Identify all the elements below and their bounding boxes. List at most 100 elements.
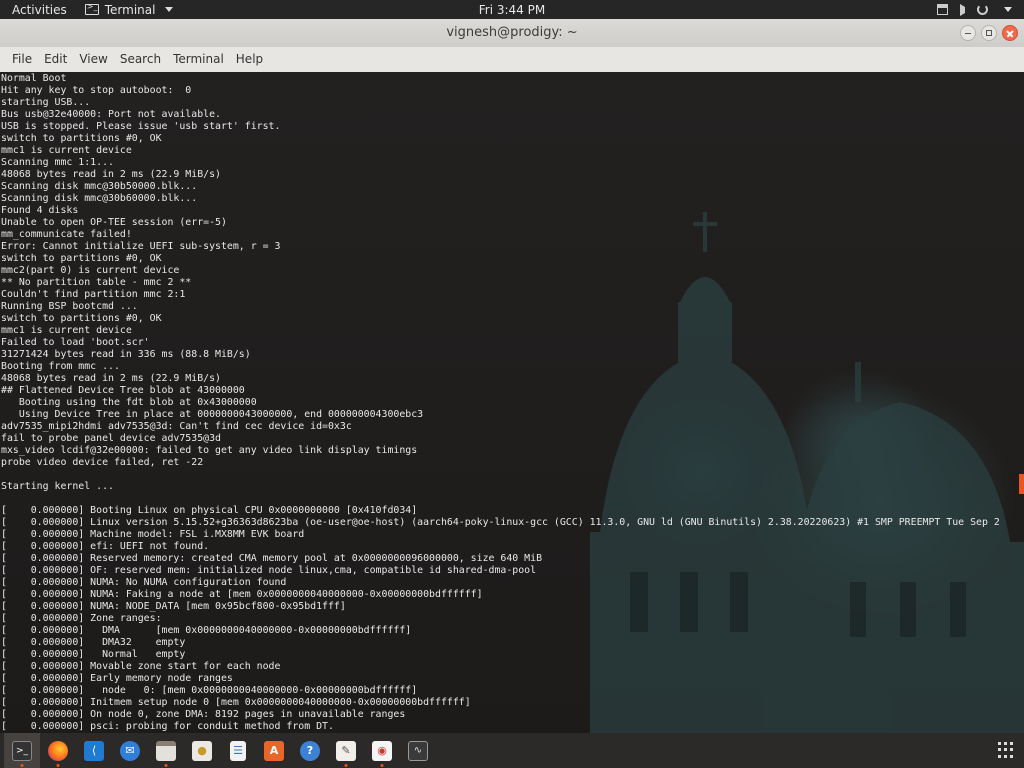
software-icon: ● — [192, 740, 212, 761]
network-icon[interactable] — [937, 4, 948, 15]
running-indicator — [344, 764, 348, 767]
menu-terminal[interactable]: Terminal — [167, 47, 230, 72]
app-menu[interactable]: Terminal — [77, 2, 174, 17]
terminal-line: Normal Boot — [1, 73, 67, 84]
terminal-line: Using Device Tree in place at 0000000043… — [1, 409, 424, 420]
grid-dot — [998, 742, 1001, 745]
terminal-line: [ 0.000000] On node 0, zone DMA: 8192 pa… — [1, 709, 406, 720]
menu-file[interactable]: File — [6, 47, 38, 72]
terminal-line: USB is stopped. Please issue 'usb start'… — [1, 121, 281, 132]
terminal-line: switch to partitions #0, OK — [1, 253, 162, 264]
dock-document-viewer[interactable]: ☰ — [220, 733, 256, 768]
volume-icon[interactable] — [960, 3, 965, 16]
dock-help[interactable]: ? — [292, 733, 328, 768]
system-tray[interactable] — [937, 0, 1012, 19]
dock-app-store[interactable]: A — [256, 733, 292, 768]
close-button[interactable] — [1002, 25, 1018, 41]
grid-dot — [1010, 748, 1013, 752]
terminal-line: probe video device failed, ret -22 — [1, 457, 204, 468]
terminal-line: Booting using the fdt blob at 0x43000000 — [1, 397, 257, 408]
menu-view[interactable]: View — [73, 47, 113, 72]
terminal-line: [ 0.000000] Reserved memory: created CMA… — [1, 553, 543, 564]
menu-help[interactable]: Help — [230, 47, 269, 72]
menu-bar: File Edit View Search Terminal Help — [0, 47, 1024, 72]
terminal-line: [ 0.000000] Linux version 5.15.52+g36363… — [1, 517, 1000, 528]
terminal-line: [ 0.000000] NUMA: Faking a node at [mem … — [1, 589, 483, 600]
terminal-line: switch to partitions #0, OK — [1, 133, 162, 144]
vscode-icon: ⟨ — [84, 740, 104, 761]
running-indicator — [20, 764, 24, 767]
terminal-line: [ 0.000000] Initmem setup node 0 [mem 0x… — [1, 697, 471, 708]
grid-dot — [1004, 748, 1007, 752]
terminal-line: Hit any key to stop autoboot: 0 — [1, 85, 192, 96]
clock[interactable]: Fri 3:44 PM — [479, 3, 545, 17]
terminal-line: [ 0.000000] Early memory node ranges — [1, 673, 233, 684]
terminal-line: Couldn't find partition mmc 2:1 — [1, 289, 186, 300]
dock-thunderbird[interactable]: ✉ — [112, 733, 148, 768]
terminal-line: 48068 bytes read in 2 ms (22.9 MiB/s) — [1, 169, 221, 180]
menu-search[interactable]: Search — [114, 47, 167, 72]
power-icon[interactable] — [977, 4, 988, 15]
dock-screenshot[interactable]: ◉ — [364, 733, 400, 768]
grid-dot — [1004, 754, 1007, 758]
top-bar: Activities Terminal Fri 3:44 PM — [0, 0, 1024, 19]
terminal-line: Failed to load 'boot.scr' — [1, 337, 150, 348]
terminal-line: mmc1 is current device — [1, 145, 132, 156]
dock-vscode[interactable]: ⟨ — [76, 733, 112, 768]
scrollbar-indicator[interactable] — [1019, 474, 1024, 494]
terminal-line: [ 0.000000] Zone ranges: — [1, 613, 162, 624]
dock-text-editor[interactable]: ✎ — [328, 733, 364, 768]
terminal-line: Scanning disk mmc@30b50000.blk... — [1, 181, 198, 192]
show-applications-button[interactable] — [998, 742, 1014, 758]
minimize-button[interactable] — [960, 25, 976, 41]
dock-firefox[interactable] — [40, 733, 76, 768]
terminal-icon: >_ — [12, 740, 32, 761]
dock-software[interactable]: ● — [184, 733, 220, 768]
terminal-line: Scanning disk mmc@30b60000.blk... — [1, 193, 198, 204]
window-titlebar[interactable]: vignesh@prodigy: ~ — [0, 19, 1024, 47]
terminal-line: switch to partitions #0, OK — [1, 313, 162, 324]
terminal-output-area[interactable]: Normal Boot Hit any key to stop autoboot:… — [0, 72, 1024, 733]
files-icon — [156, 740, 176, 761]
dock: >_ ⟨ ✉ ● ☰ A ? ✎ ◉ ∿ — [0, 733, 1024, 768]
terminal-line: mxs_video lcdif@32e00000: failed to get … — [1, 445, 418, 456]
dock-terminal[interactable]: >_ — [4, 733, 40, 768]
terminal-line: [ 0.000000] Normal empty — [1, 649, 186, 660]
text-editor-icon: ✎ — [336, 740, 356, 761]
terminal-text: Normal Boot Hit any key to stop autoboot:… — [1, 73, 1000, 733]
terminal-line: [ 0.000000] efi: UEFI not found. — [1, 541, 210, 552]
running-indicator — [164, 764, 168, 767]
help-icon: ? — [300, 740, 320, 761]
terminal-line: [ 0.000000] Booting Linux on physical CP… — [1, 505, 418, 516]
grid-dot — [1010, 742, 1013, 745]
app-store-icon: A — [264, 740, 284, 761]
chevron-down-icon — [165, 7, 174, 12]
terminal-line: Found 4 disks — [1, 205, 79, 216]
terminal-line: ## Flattened Device Tree blob at 4300000… — [1, 385, 245, 396]
system-menu-chevron-icon[interactable] — [1004, 7, 1012, 12]
terminal-line: [ 0.000000] psci: probing for conduit me… — [1, 721, 334, 732]
terminal-line: [ 0.000000] DMA [mem 0x0000000040000000-… — [1, 625, 412, 636]
screenshot-icon: ◉ — [372, 740, 392, 761]
dock-system-monitor[interactable]: ∿ — [400, 733, 436, 768]
activities-button[interactable]: Activities — [0, 3, 77, 17]
terminal-line: Starting kernel ... — [1, 481, 114, 492]
terminal-line: [ 0.000000] OF: reserved mem: initialize… — [1, 565, 537, 576]
document-viewer-icon: ☰ — [230, 740, 246, 761]
terminal-line: 48068 bytes read in 2 ms (22.9 MiB/s) — [1, 373, 221, 384]
grid-dot — [1010, 754, 1013, 758]
terminal-line: Bus usb@32e40000: Port not available. — [1, 109, 221, 120]
maximize-button[interactable] — [981, 25, 997, 41]
dock-files[interactable] — [148, 733, 184, 768]
grid-dot — [998, 754, 1001, 758]
running-indicator — [380, 764, 384, 767]
grid-dot — [1004, 742, 1007, 745]
terminal-line: fail to probe panel device adv7535@3d — [1, 433, 221, 444]
terminal-line: Scanning mmc 1:1... — [1, 157, 114, 168]
terminal-line: [ 0.000000] node 0: [mem 0x0000000040000… — [1, 685, 418, 696]
terminal-line: mm_communicate failed! — [1, 229, 132, 240]
terminal-line: [ 0.000000] NUMA: No NUMA configuration … — [1, 577, 287, 588]
menu-edit[interactable]: Edit — [38, 47, 73, 72]
